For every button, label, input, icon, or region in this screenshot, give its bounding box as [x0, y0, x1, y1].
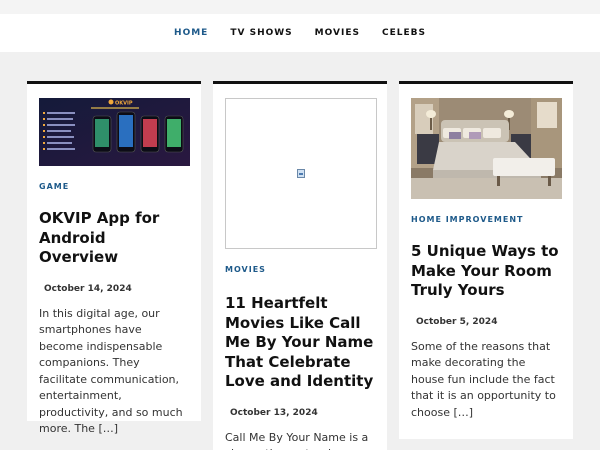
- nav-celebs-link[interactable]: CELEBS: [382, 28, 426, 38]
- main-navigation: HOME TV SHOWS MOVIES CELEBS: [0, 14, 600, 52]
- post-thumbnail-app-promo[interactable]: OKVIP: [39, 98, 190, 166]
- bedroom-photo-image: [411, 98, 562, 199]
- post-category-link[interactable]: GAME: [39, 182, 189, 191]
- post-date: October 14, 2024: [44, 283, 132, 294]
- post-category-link[interactable]: MOVIES: [225, 265, 375, 274]
- post-thumbnail-placeholder[interactable]: [225, 98, 377, 249]
- top-strip: [0, 0, 600, 14]
- post-card-movies: MOVIES 11 Heartfelt Movies Like Call Me …: [213, 81, 387, 450]
- nav-home-link[interactable]: HOME: [174, 28, 208, 38]
- post-excerpt: Call Me By Your Name is a cinematic mast…: [225, 430, 369, 450]
- post-date: October 5, 2024: [416, 316, 498, 327]
- post-title-link[interactable]: 5 Unique Ways to Make Your Room Truly Yo…: [411, 242, 561, 301]
- broken-image-icon: [297, 169, 305, 178]
- nav-tv-shows-link[interactable]: TV SHOWS: [230, 28, 292, 38]
- post-card-room: HOME IMPROVEMENT 5 Unique Ways to Make Y…: [399, 81, 573, 439]
- nav-movies-link[interactable]: MOVIES: [315, 28, 360, 38]
- svg-text:OKVIP: OKVIP: [115, 101, 133, 107]
- post-title-link[interactable]: OKVIP App for Android Overview: [39, 209, 189, 268]
- post-category-link[interactable]: HOME IMPROVEMENT: [411, 215, 561, 224]
- post-excerpt: Some of the reasons that make decorating…: [411, 339, 556, 419]
- post-title-link[interactable]: 11 Heartfelt Movies Like Call Me By Your…: [225, 294, 375, 392]
- post-date: October 13, 2024: [230, 407, 318, 418]
- post-excerpt: In this digital age, our smartphones hav…: [39, 306, 183, 436]
- post-card-okvip: OKVIP GAME OKVIP App for Android Overvie…: [27, 81, 201, 435]
- app-promo-banner-image: OKVIP: [39, 98, 190, 166]
- post-thumbnail-bedroom[interactable]: [411, 98, 562, 199]
